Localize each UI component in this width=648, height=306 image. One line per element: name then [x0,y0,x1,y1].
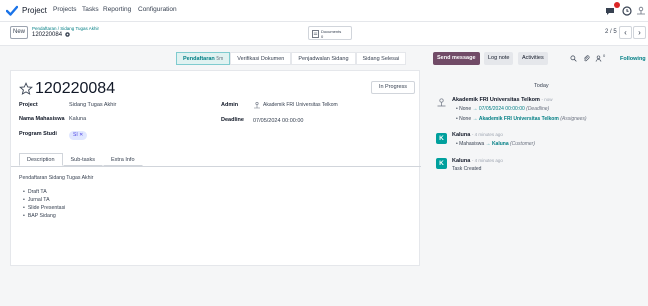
notebook-tabs: Description Sub-tasks Extra Info [19,153,143,166]
description-list[interactable]: Draft TA Jurnal TA Slide Presentasi BAP … [23,188,66,220]
task-title[interactable]: 120220084 [35,80,115,98]
log-note-button[interactable]: Log note [484,52,514,65]
document-icon [312,30,319,38]
author-name: Kaluna [452,132,471,138]
message-author[interactable]: Akademik FRI Universitas Telkom - now [452,97,552,103]
new-button[interactable]: New [10,26,28,39]
messages-button[interactable] [604,2,620,18]
program-studi-tag[interactable]: SI ✕ [69,131,88,140]
list-item: Draft TA [23,188,65,196]
next-record-button[interactable]: › [633,26,646,39]
tab-extra-info[interactable]: Extra Info [102,153,143,166]
field-name: (Customer) [510,141,536,147]
documents-label: Documents [321,29,342,34]
user-menu-button[interactable] [634,4,648,18]
stage-penjadwalan-sidang[interactable]: Penjadwalan Sidang [291,52,356,65]
documents-button[interactable]: Documents 0 [308,26,352,40]
clock-icon [622,6,632,16]
app-name[interactable]: Project [22,6,47,15]
old-value: Mahasiswa [459,141,485,147]
admin-value[interactable]: Akademik FRI Universitas Telkom [263,102,338,108]
author-name: Akademik FRI Universitas Telkom [452,97,540,103]
stage-pendaftaran[interactable]: Pendaftaran 5m [176,52,231,65]
pager-value[interactable]: 2 / 5 [605,29,617,35]
stage-sidang-selesai[interactable]: Sidang Selesai [355,52,407,65]
arrow-right-icon: → [472,116,478,122]
date-separator: Today [534,83,549,89]
message-body: Task Created [452,166,482,172]
previous-record-button[interactable]: ‹ [619,26,632,39]
control-panel: New Pendaftaran / Sidang Tugas Akhir 120… [0,22,648,46]
gear-icon[interactable] [64,31,71,38]
top-navbar: Project Projects Tasks Reporting Configu… [0,0,648,22]
message-time: - now [541,97,553,102]
followers-icon[interactable] [595,55,602,62]
chevron-left-icon: ‹ [624,28,627,37]
star-icon[interactable] [19,82,33,96]
tag-text: SI [73,132,78,138]
admin-label: Admin [221,102,239,108]
form-sheet: 120220084 In Progress Project Sidang Tug… [10,70,421,266]
new-value: Akademik FRI Universitas Telkom [478,116,559,122]
nama-mahasiswa-value[interactable]: Kaluna [69,116,86,122]
followers-count: 0 [603,53,606,58]
paperclip-icon[interactable] [583,55,590,62]
stage-label: Pendaftaran [183,56,215,62]
deadline-value[interactable]: 07/05/2024 00:00:00 [253,118,303,124]
chevron-right-icon: › [638,28,641,37]
activity-button[interactable] [620,4,634,18]
user-icon [254,101,260,109]
message-author[interactable]: Kaluna - 4 minutes ago [452,158,503,164]
list-item: Slide Presentasi [23,204,66,212]
send-message-button[interactable]: Send message [433,52,480,65]
avatar[interactable]: K [436,133,447,144]
project-value[interactable]: Sidang Tugas Akhir [69,102,116,108]
tracking-line: • None → 07/05/2024 00:00:00 (Deadline) [456,106,550,112]
field-name: (Assignees) [560,116,587,122]
state-button[interactable]: In Progress [371,81,415,94]
program-studi-label: Program Studi [19,131,57,137]
list-item: BAP Sidang [23,212,65,220]
tracking-line: • None → Akademik FRI Universitas Telkom… [456,116,587,122]
author-name: Kaluna [452,158,471,164]
nama-mahasiswa-label: Nama Mahasiswa [19,116,65,122]
arrow-right-icon: → [485,141,491,147]
description-text[interactable]: Pendaftaran Sidang Tugas Akhir [19,175,93,181]
list-item: Jurnal TA [23,196,65,204]
old-value: None [459,116,472,122]
new-value: 07/05/2024 00:00:00 [478,106,525,112]
user-avatar-icon[interactable] [436,97,447,108]
message-time: - 4 minutes ago [471,132,503,137]
menu-tasks[interactable]: Tasks [82,6,99,13]
close-icon[interactable]: ✕ [79,132,83,138]
menu-projects[interactable]: Projects [53,6,76,13]
tracking-line: • Mahasiswa → Kaluna (Customer) [456,141,536,147]
project-label: Project [19,102,38,108]
activities-button[interactable]: Activities [518,52,548,65]
avatar[interactable]: K [436,158,447,169]
search-icon[interactable] [570,55,577,62]
checkmark-logo-icon[interactable] [6,5,18,17]
menu-configuration[interactable]: Configuration [138,6,177,13]
new-value: Kaluna [491,141,509,147]
documents-count: 0 [321,34,324,39]
breadcrumb-current: 120220084 [32,32,63,38]
menu-reporting[interactable]: Reporting [103,6,131,13]
user-avatar-icon [637,6,645,15]
deadline-label: Deadline [221,117,244,123]
following-button[interactable]: Following [620,56,646,62]
old-value: None [459,106,472,112]
message-time: - 4 minutes ago [471,158,503,163]
tab-sub-tasks[interactable]: Sub-tasks [62,153,103,166]
stage-duration: 5m [216,56,224,62]
stage-verifikasi-dokumen[interactable]: Verifikasi Dokumen [230,52,292,65]
tab-description[interactable]: Description [19,153,63,166]
stage-statusbar: Pendaftaran 5m Verifikasi Dokumen Penjad… [176,52,407,65]
arrow-right-icon: → [472,106,478,112]
message-author[interactable]: Kaluna - 4 minutes ago [452,132,503,138]
field-name: (Deadline) [526,106,550,112]
tab-divider [11,166,421,167]
